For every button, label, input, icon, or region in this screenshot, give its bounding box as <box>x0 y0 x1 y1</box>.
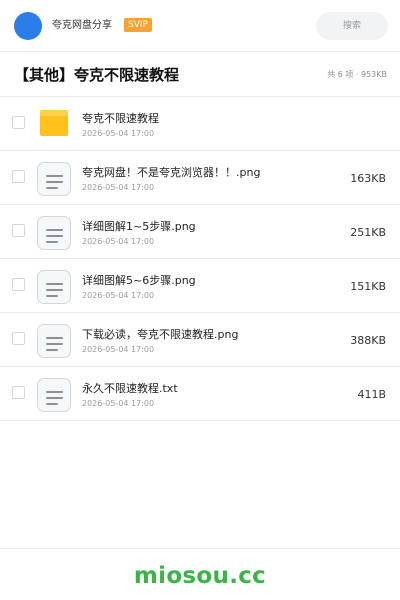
list-item[interactable]: 永久不限速教程.txt 2026-05-04 17:00 411B <box>0 367 400 421</box>
file-date: 2026-05-04 17:00 <box>82 345 155 354</box>
search-button[interactable]: 搜索 <box>316 12 388 40</box>
file-date: 2026-05-04 17:00 <box>82 129 155 138</box>
folder-icon <box>37 108 71 142</box>
avatar[interactable] <box>14 12 42 40</box>
document-icon <box>37 270 71 304</box>
file-size: 151KB <box>350 280 386 293</box>
file-name: 夸克不限速教程 <box>82 112 159 125</box>
list-item[interactable]: 夸克网盘！不是夸克浏览器！！.png 2026-05-04 17:00 163K… <box>0 151 400 205</box>
file-date: 2026-05-04 17:00 <box>82 291 155 300</box>
list-item[interactable]: 详细图解1~5步骤.png 2026-05-04 17:00 251KB <box>0 205 400 259</box>
file-date: 2026-05-04 17:00 <box>82 237 155 246</box>
file-date: 2026-05-04 17:00 <box>82 183 155 192</box>
watermark-logo: miosou.cc <box>133 563 267 589</box>
select-checkbox[interactable] <box>12 332 25 345</box>
document-icon <box>37 162 71 196</box>
brand-label: 夸克网盘分享 <box>52 20 112 31</box>
folder-header: 【其他】夸克不限速教程 共 6 项 · 953KB <box>0 52 400 97</box>
list-item[interactable]: 详细图解5~6步骤.png 2026-05-04 17:00 151KB <box>0 259 400 313</box>
page-title: 【其他】夸克不限速教程 <box>14 66 180 84</box>
file-name: 详细图解5~6步骤.png <box>82 274 196 287</box>
svip-badge: SVIP <box>124 18 152 32</box>
file-name: 详细图解1~5步骤.png <box>82 220 196 233</box>
file-size: 163KB <box>350 172 386 185</box>
file-date: 2026-05-04 17:00 <box>82 399 155 408</box>
document-icon <box>37 324 71 358</box>
file-size: 388KB <box>350 334 386 347</box>
file-size: 411B <box>357 388 386 401</box>
file-name: 永久不限速教程.txt <box>82 382 178 395</box>
list-item[interactable]: 夸克不限速教程 2026-05-04 17:00 <box>0 97 400 151</box>
file-name: 下载必读，夸克不限速教程.png <box>82 328 239 341</box>
list-item[interactable]: 下载必读，夸克不限速教程.png 2026-05-04 17:00 388KB <box>0 313 400 367</box>
file-size: 251KB <box>350 226 386 239</box>
folder-meta: 共 6 项 · 953KB <box>327 70 387 79</box>
file-list: 夸克不限速教程 2026-05-04 17:00 夸克网盘！不是夸克浏览器！！.… <box>0 97 400 421</box>
footer: miosou.cc <box>0 548 400 600</box>
app-header: 夸克网盘分享 SVIP 搜索 <box>0 0 400 52</box>
select-checkbox[interactable] <box>12 116 25 129</box>
select-checkbox[interactable] <box>12 386 25 399</box>
document-icon <box>37 216 71 250</box>
select-checkbox[interactable] <box>12 224 25 237</box>
select-checkbox[interactable] <box>12 278 25 291</box>
document-icon <box>37 378 71 412</box>
select-checkbox[interactable] <box>12 170 25 183</box>
file-name: 夸克网盘！不是夸克浏览器！！.png <box>82 166 261 179</box>
